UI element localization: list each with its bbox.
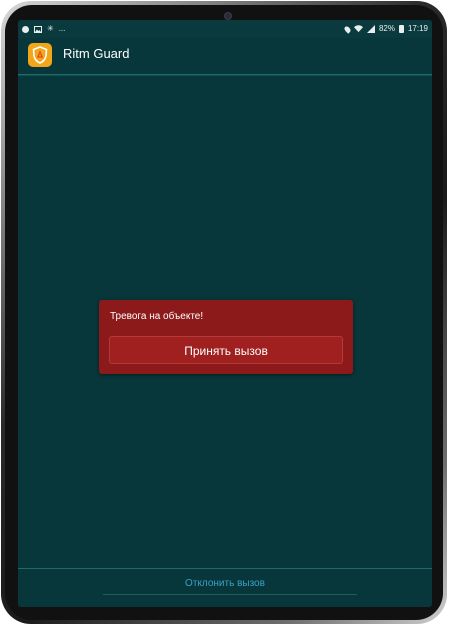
tablet-frame: ✳ ... 82% 17:19 Ritm Guard Тревога на об… [1, 1, 447, 624]
image-icon [34, 25, 42, 33]
main-content: Тревога на объекте! Принять вызов [18, 75, 432, 570]
app-title: Ritm Guard [63, 46, 130, 61]
alarm-dialog: Тревога на объекте! Принять вызов [99, 300, 353, 374]
wifi-icon [353, 25, 363, 33]
more-notifications-text: ... [58, 24, 66, 33]
signal-icon [366, 25, 375, 33]
alarm-message: Тревога на объекте! [110, 311, 204, 322]
status-bar-right: 82% 17:19 [343, 20, 428, 38]
accept-call-button[interactable]: Принять вызов [109, 336, 343, 364]
battery-icon [398, 25, 404, 33]
app-bar: Ritm Guard [18, 38, 432, 75]
battery-percent-text: 82% [378, 24, 395, 33]
shield-icon [32, 46, 48, 64]
status-bar: ✳ ... 82% 17:19 [18, 20, 432, 38]
location-icon [343, 24, 352, 34]
notification-icon [22, 25, 29, 33]
bottom-divider [18, 568, 432, 569]
front-camera [224, 12, 232, 20]
reject-call-underline [103, 594, 357, 595]
reject-call-button[interactable]: Отклонить вызов [18, 578, 432, 589]
sync-icon: ✳ [47, 24, 54, 33]
status-bar-left: ✳ ... [22, 20, 65, 38]
clock-text: 17:19 [407, 24, 428, 33]
device-screen: ✳ ... 82% 17:19 Ritm Guard Тревога на об… [18, 20, 432, 607]
app-logo [28, 43, 52, 67]
